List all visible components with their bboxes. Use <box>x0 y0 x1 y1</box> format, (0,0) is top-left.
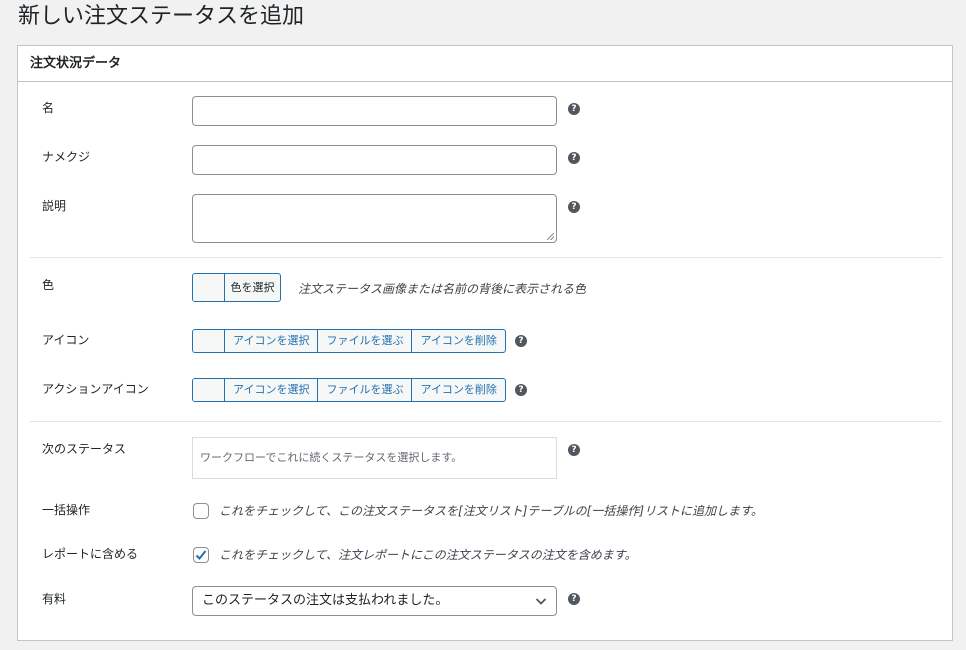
section-divider <box>30 421 942 422</box>
box-header: 注文状況データ <box>18 46 952 82</box>
next-status-multiselect[interactable]: ワークフローでこれに続くステータスを選択します。 <box>192 437 557 479</box>
name-input[interactable] <box>192 96 557 126</box>
bulk-action-checkbox[interactable] <box>193 503 209 519</box>
choose-file-button[interactable]: ファイルを選ぶ <box>318 330 413 352</box>
name-label: 名 <box>42 101 55 115</box>
include-reports-label: レポートに含める <box>42 547 139 561</box>
help-icon[interactable]: ? <box>568 201 580 213</box>
bulk-action-description: これをチェックして、この注文ステータスを[注文リスト]テーブルの[一括操作]リス… <box>219 504 763 518</box>
icon-label: アイコン <box>42 333 90 347</box>
icon-button-group: アイコンを選択 ファイルを選ぶ アイコンを削除 <box>192 329 506 353</box>
remove-action-icon-button[interactable]: アイコンを削除 <box>412 379 504 401</box>
paid-select[interactable]: このステータスの注文は支払われました。 <box>192 586 557 616</box>
remove-icon-button[interactable]: アイコンを削除 <box>412 330 504 352</box>
help-icon[interactable]: ? <box>568 103 580 115</box>
order-status-data-box: 注文状況データ 名 ? ナメクジ ? 説明 ? 色 色を選択 注文ステータス画像… <box>17 45 953 641</box>
include-reports-checkbox[interactable] <box>193 547 209 563</box>
choose-action-file-button[interactable]: ファイルを選ぶ <box>318 379 413 401</box>
icon-preview <box>193 330 225 352</box>
page-title: 新しい注文ステータスを追加 <box>18 4 305 29</box>
section-divider <box>30 257 942 258</box>
paid-selected-value: このステータスの注文は支払われました。 <box>202 593 449 608</box>
next-status-label: 次のステータス <box>42 442 127 456</box>
paid-label: 有料 <box>42 592 67 606</box>
select-icon-button[interactable]: アイコンを選択 <box>225 330 319 352</box>
color-picker-button[interactable]: 色を選択 <box>192 273 281 302</box>
help-icon[interactable]: ? <box>568 444 580 456</box>
box-title: 注文状況データ <box>30 56 122 71</box>
color-description: 注文ステータス画像または名前の背後に表示される色 <box>298 282 587 296</box>
color-swatch <box>193 274 225 301</box>
resize-handle-icon[interactable] <box>547 233 554 240</box>
help-icon[interactable]: ? <box>515 384 527 396</box>
color-label: 色 <box>42 278 55 292</box>
color-picker-label: 色を選択 <box>230 281 275 294</box>
check-icon <box>195 550 207 560</box>
description-textarea[interactable] <box>192 194 557 243</box>
select-action-icon-button[interactable]: アイコンを選択 <box>225 379 319 401</box>
action-icon-button-group: アイコンを選択 ファイルを選ぶ アイコンを削除 <box>192 378 506 402</box>
description-label: 説明 <box>42 199 67 213</box>
help-icon[interactable]: ? <box>568 593 580 605</box>
bulk-action-label: 一括操作 <box>42 503 91 517</box>
include-reports-description: これをチェックして、注文レポートにこの注文ステータスの注文を含めます。 <box>219 548 637 562</box>
help-icon[interactable]: ? <box>515 335 527 347</box>
slug-label: ナメクジ <box>42 150 91 164</box>
action-icon-preview <box>193 379 225 401</box>
action-icon-label: アクションアイコン <box>42 382 149 396</box>
help-icon[interactable]: ? <box>568 152 580 164</box>
next-status-placeholder: ワークフローでこれに続くステータスを選択します。 <box>200 451 463 464</box>
chevron-down-icon <box>535 598 547 605</box>
slug-input[interactable] <box>192 145 557 175</box>
